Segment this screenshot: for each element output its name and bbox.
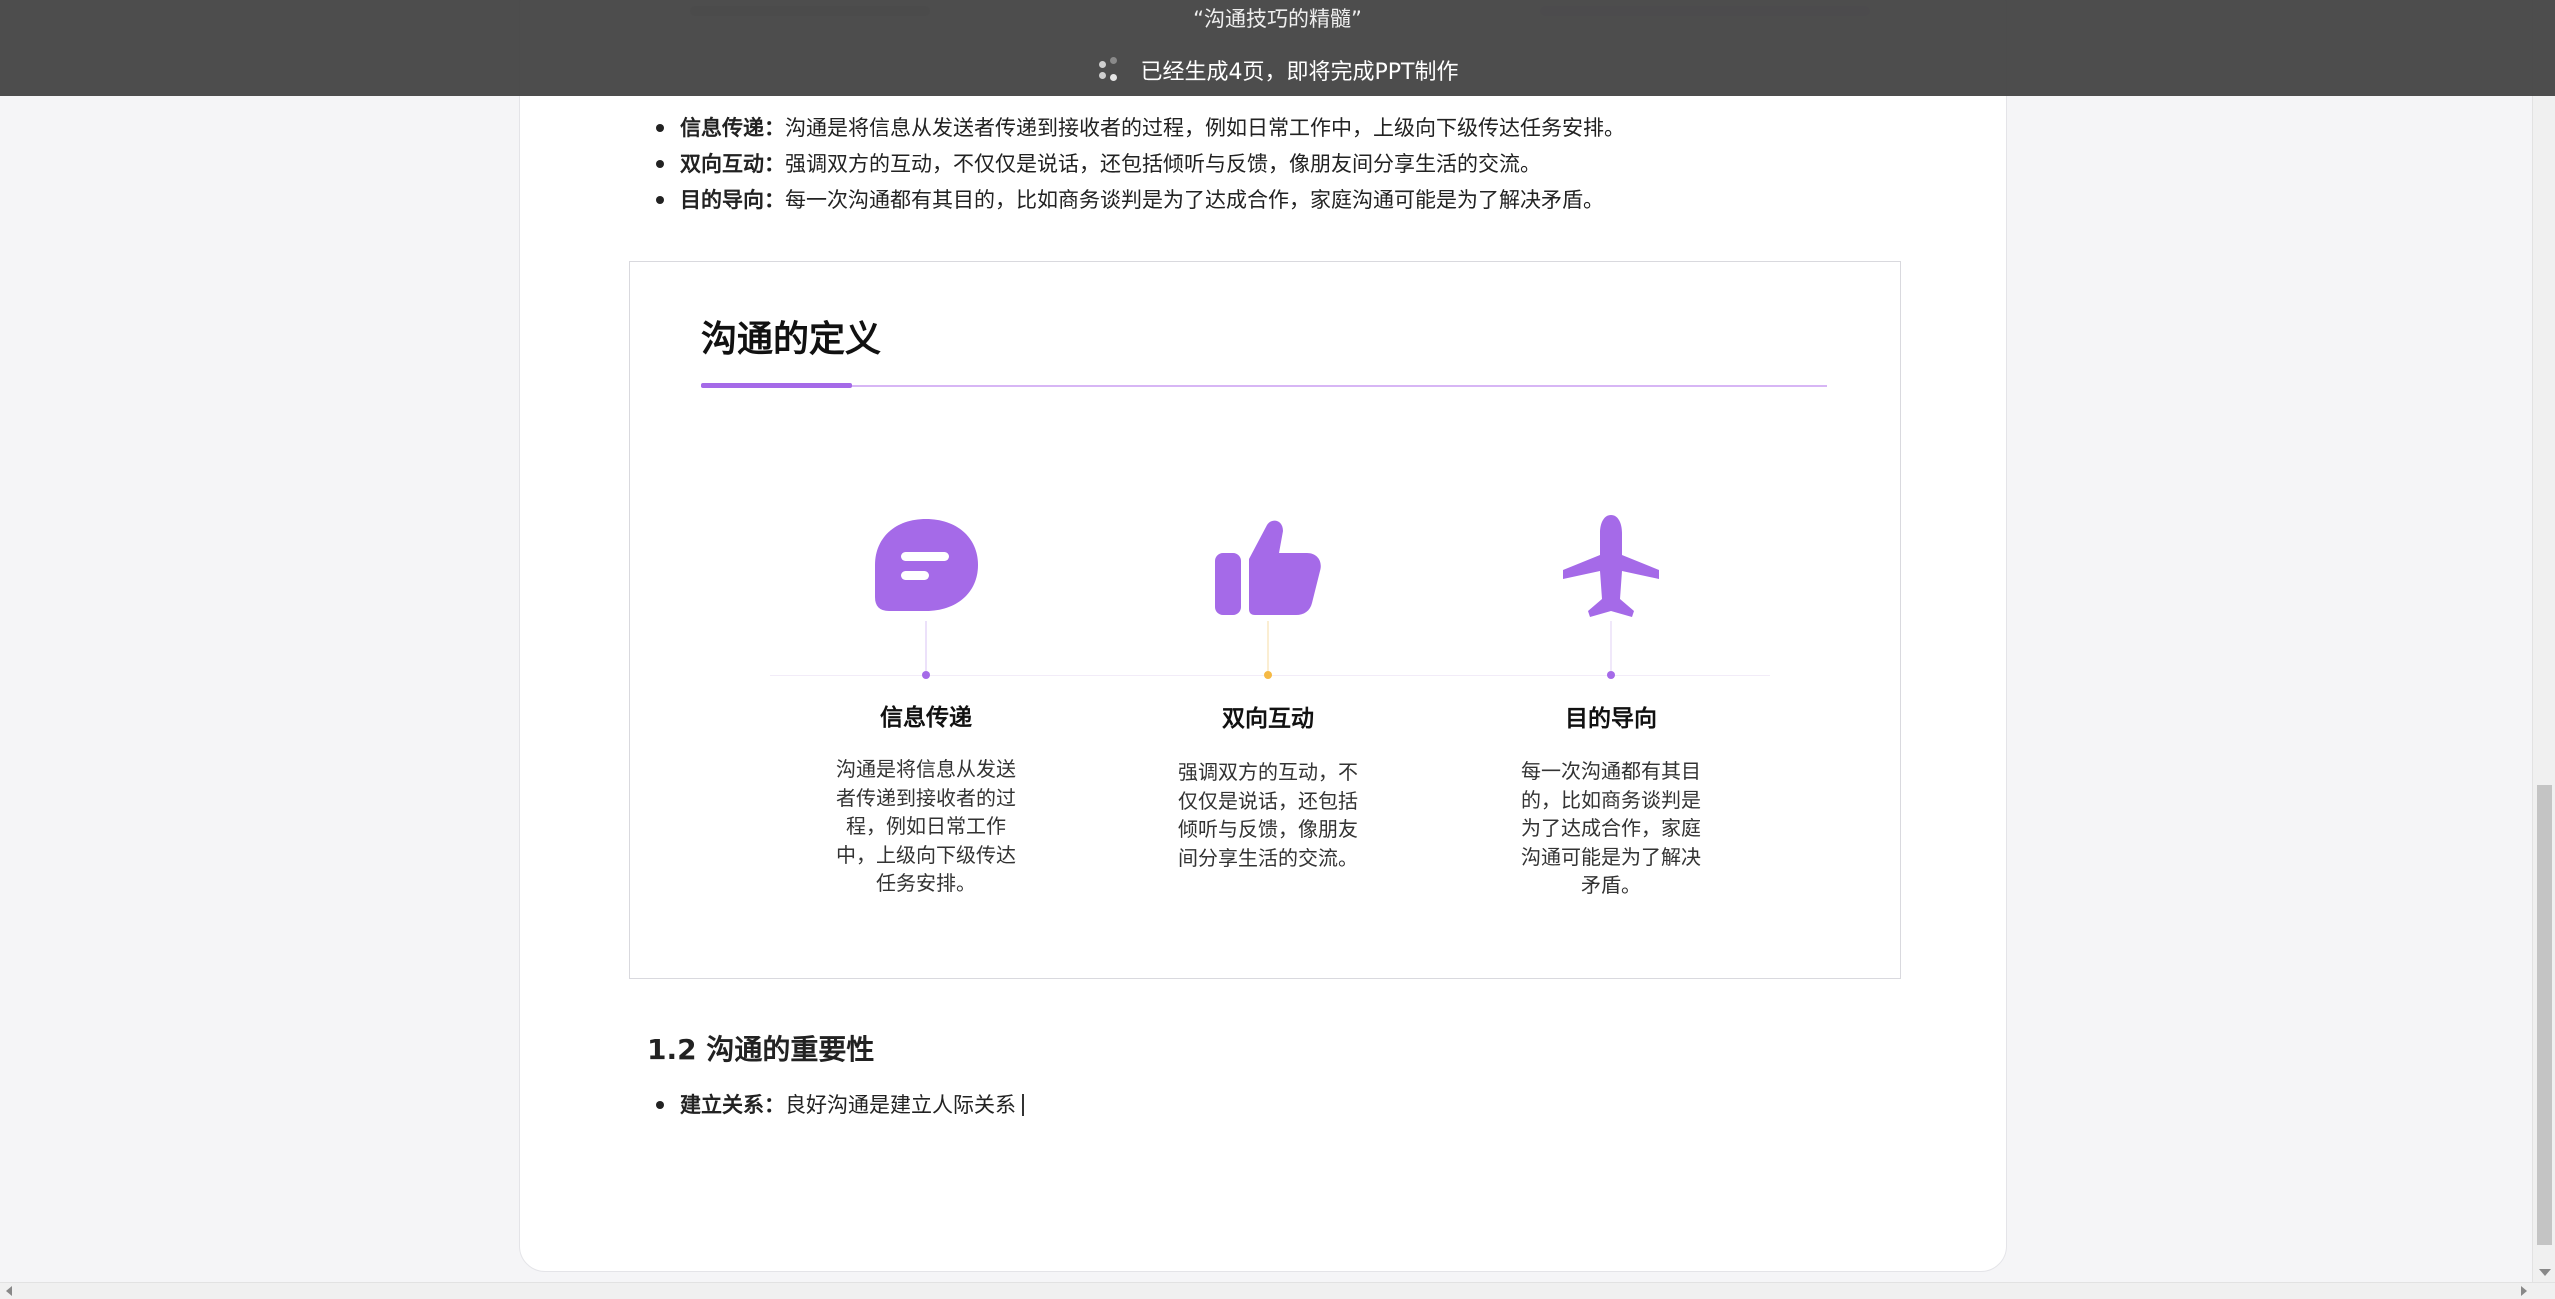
- bullet-text: 沟通是将信息从发送者传递到接收者的过程，例如日常工作中，上级向下级传达任务安排。: [785, 116, 1625, 140]
- bullet-term: 建立关系：: [680, 1093, 785, 1117]
- bullet-text: 每一次沟通都有其目的，比如商务谈判是为了达成合作，家庭沟通可能是为了解决矛盾。: [785, 188, 1604, 212]
- text-cursor: [1022, 1094, 1024, 1116]
- chat-bubble-icon: [871, 515, 981, 625]
- bullet-term: 双向互动：: [680, 152, 785, 176]
- list-item: 目的导向：每一次沟通都有其目的，比如商务谈判是为了达成合作，家庭沟通可能是为了解…: [655, 182, 1855, 218]
- section-heading: 1.2 沟通的重要性: [647, 1033, 875, 1066]
- scroll-down-arrow-icon[interactable]: [2539, 1269, 2551, 1276]
- feature-description: 强调双方的互动，不仅仅是说话，还包括倾听与反馈，像朋友间分享生活的交流。: [1178, 760, 1358, 870]
- vertical-scrollbar[interactable]: [2532, 0, 2555, 1282]
- toast-title: “沟通技巧的精髓”: [1193, 7, 1362, 31]
- feature-purpose: 目的导向 每一次沟通都有其目的，比如商务谈判是为了达成合作，家庭沟通可能是为了解…: [1491, 262, 1731, 980]
- thumbs-up-icon: [1213, 515, 1323, 625]
- slide-preview[interactable]: 沟通的定义 信息传递 沟通是将信息从发送者传递到接收者的过程，例如日常工作中，上…: [629, 261, 1901, 979]
- scrollbar-thumb[interactable]: [2537, 785, 2552, 1245]
- connector-dot: [1607, 671, 1615, 679]
- bullet-term: 目的导向：: [680, 188, 785, 212]
- feature-info-transfer: 信息传递 沟通是将信息从发送者传递到接收者的过程，例如日常工作中，上级向下级传达…: [806, 262, 1046, 980]
- list-item: 信息传递：沟通是将信息从发送者传递到接收者的过程，例如日常工作中，上级向下级传达…: [655, 110, 1855, 146]
- feature-title: 目的导向: [1565, 706, 1657, 732]
- connector-dot: [1264, 671, 1272, 679]
- bullet-term: 信息传递：: [680, 116, 785, 140]
- connector-line: [925, 621, 927, 671]
- list-item: 建立关系：良好沟通是建立人际关系: [655, 1087, 1855, 1123]
- horizontal-scrollbar[interactable]: [0, 1282, 2555, 1299]
- toast-status: 已经生成4页，即将完成PPT制作: [0, 54, 2555, 86]
- loading-icon: [1097, 57, 1123, 83]
- feature-two-way: 双向互动 强调双方的互动，不仅仅是说话，还包括倾听与反馈，像朋友间分享生活的交流…: [1148, 262, 1388, 980]
- bullet-text: 强调双方的互动，不仅仅是说话，还包括倾听与反馈，像朋友间分享生活的交流。: [785, 152, 1541, 176]
- scroll-right-arrow-icon[interactable]: [2521, 1286, 2527, 1296]
- generation-toast: “沟通技巧的精髓” 已经生成4页，即将完成PPT制作: [0, 0, 2555, 96]
- feature-description: 每一次沟通都有其目的，比如商务谈判是为了达成合作，家庭沟通可能是为了解决矛盾。: [1521, 759, 1701, 897]
- list-item: 双向互动：强调双方的互动，不仅仅是说话，还包括倾听与反馈，像朋友间分享生活的交流…: [655, 146, 1855, 182]
- feature-description: 沟通是将信息从发送者传递到接收者的过程，例如日常工作中，上级向下级传达任务安排。: [836, 757, 1016, 895]
- scroll-left-arrow-icon[interactable]: [6, 1286, 12, 1296]
- feature-title: 双向互动: [1222, 706, 1314, 732]
- bullet-text: 良好沟通是建立人际关系: [785, 1093, 1016, 1117]
- airplane-icon: [1556, 515, 1666, 625]
- connector-line: [1610, 621, 1612, 671]
- connector-dot: [922, 671, 930, 679]
- connector-line: [1267, 621, 1269, 671]
- importance-bullet-list: 建立关系：良好沟通是建立人际关系: [655, 1087, 1855, 1123]
- definition-bullet-list: 信息传递：沟通是将信息从发送者传递到接收者的过程，例如日常工作中，上级向下级传达…: [655, 110, 1855, 218]
- toast-status-text: 已经生成4页，即将完成PPT制作: [1140, 60, 1459, 85]
- feature-title: 信息传递: [880, 705, 972, 731]
